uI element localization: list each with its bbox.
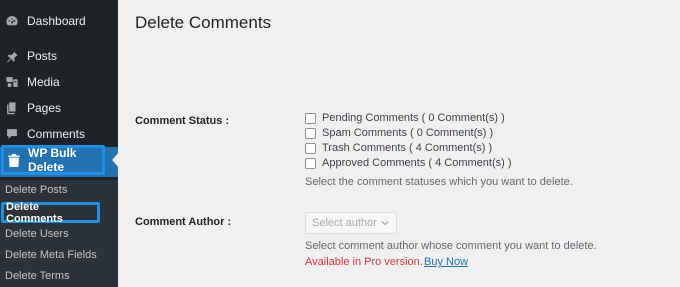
comment-status-label: Comment Status :	[135, 115, 230, 127]
comment-author-label: Comment Author :	[135, 216, 232, 228]
page-title: Delete Comments	[135, 13, 272, 32]
sidebar-item-pages[interactable]: Pages	[0, 95, 118, 121]
comment-status-description: Select the comment statuses which you wa…	[305, 176, 573, 188]
sidebar-item-label: Pages	[27, 101, 62, 115]
approved-checkbox[interactable]	[305, 157, 316, 169]
sidebar-item-label: Posts	[27, 49, 58, 63]
checkbox-label: Spam Comments ( 0 Comment(s) )	[322, 127, 494, 139]
media-icon	[5, 75, 19, 89]
sidebar-item-label: WP Bulk Delete	[28, 146, 77, 174]
submenu-item-delete-posts[interactable]: Delete Posts	[5, 181, 67, 199]
checkbox-label: Approved Comments ( 4 Comment(s) )	[322, 157, 512, 169]
chevron-down-icon	[381, 220, 389, 226]
pages-icon	[5, 101, 19, 115]
sidebar-item-comments[interactable]: Comments	[0, 121, 118, 147]
submenu-item-delete-comments[interactable]: Delete Comments	[1, 201, 100, 225]
pin-icon	[5, 49, 19, 63]
dashboard-icon	[5, 14, 19, 28]
sidebar-item-wp-bulk-delete[interactable]: WP Bulk Delete	[1, 145, 105, 175]
pending-checkbox[interactable]	[305, 112, 316, 124]
spam-checkbox[interactable]	[305, 127, 316, 139]
buy-now-link[interactable]: Buy Now	[424, 256, 468, 268]
checkbox-label: Pending Comments ( 0 Comment(s) )	[322, 112, 505, 124]
submenu-item-delete-terms[interactable]: Delete Terms	[5, 267, 70, 285]
status-option-trash[interactable]: Trash Comments ( 4 Comment(s) )	[305, 141, 492, 155]
sidebar-item-label: Media	[27, 75, 60, 89]
pro-version-notice: Available in Pro version.	[305, 256, 423, 268]
sidebar-item-posts[interactable]: Posts	[0, 43, 118, 69]
main-content: Delete Comments Comment Status : Pending…	[118, 0, 680, 287]
sidebar-item-media[interactable]: Media	[0, 69, 118, 95]
comment-author-description: Select comment author whose comment you …	[305, 240, 597, 252]
sidebar-item-label: Dashboard	[27, 14, 86, 28]
author-select[interactable]: Select author	[305, 212, 397, 234]
trash-checkbox[interactable]	[305, 142, 316, 154]
author-select-value: Select author	[312, 217, 377, 229]
status-option-pending[interactable]: Pending Comments ( 0 Comment(s) )	[305, 111, 505, 125]
sidebar-submenu: Delete Posts Delete Users Delete Meta Fi…	[0, 180, 118, 287]
trash-icon	[8, 153, 20, 167]
submenu-item-delete-meta-fields[interactable]: Delete Meta Fields	[5, 246, 97, 264]
status-option-spam[interactable]: Spam Comments ( 0 Comment(s) )	[305, 126, 493, 140]
sidebar-item-dashboard[interactable]: Dashboard	[0, 8, 118, 34]
submenu-item-delete-users[interactable]: Delete Users	[5, 225, 69, 243]
comment-icon	[5, 127, 19, 141]
checkbox-label: Trash Comments ( 4 Comment(s) )	[322, 142, 493, 154]
status-option-approved[interactable]: Approved Comments ( 4 Comment(s) )	[305, 156, 512, 170]
sidebar-item-label: Comments	[27, 127, 86, 141]
